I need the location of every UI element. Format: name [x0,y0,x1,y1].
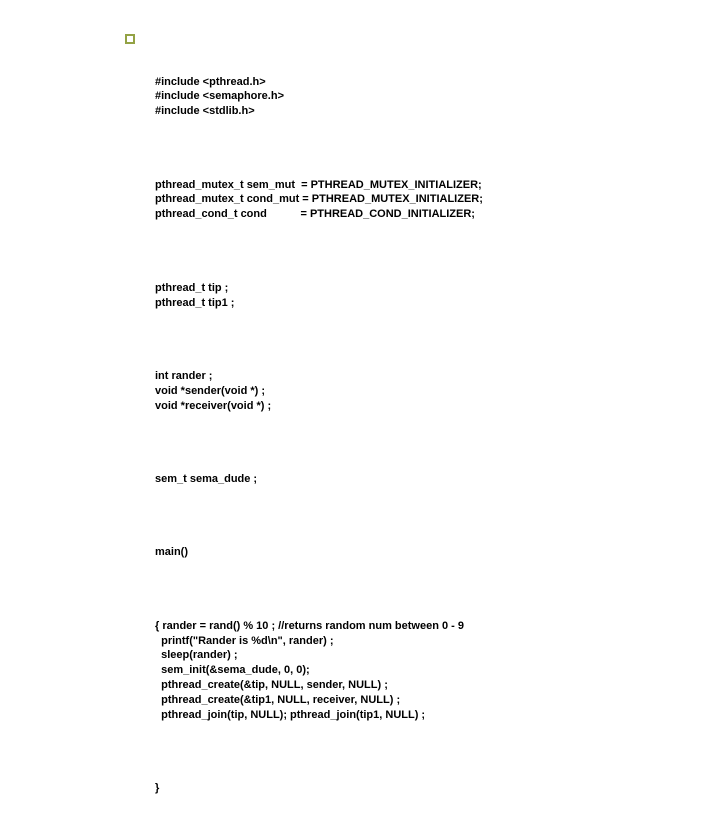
code-line: sem_t sema_dude ; [155,473,257,485]
bullet-icon [125,34,135,44]
block-main-body: { rander = rand() % 10 ; //returns rando… [155,604,695,723]
code-line: pthread_create(&tip, NULL, sender, NULL)… [155,679,388,691]
code-line: pthread_t tip1 ; [155,297,234,309]
code-line: pthread_cond_t cond = PTHREAD_COND_INITI… [155,208,475,220]
code-line: pthread_mutex_t sem_mut = PTHREAD_MUTEX_… [155,179,482,191]
code-line: pthread_create(&tip1, NULL, receiver, NU… [155,694,400,706]
code-line: #include <semaphore.h> [155,90,284,102]
block-sem: sem_t sema_dude ; [155,457,695,487]
code-line: void *receiver(void *) ; [155,400,271,412]
code-line: void *sender(void *) ; [155,385,265,397]
code-line: pthread_join(tip, NULL); pthread_join(ti… [155,709,425,721]
code-line: #include <stdlib.h> [155,105,255,117]
block-decls: int rander ; void *sender(void *) ; void… [155,354,695,413]
block-close: } [155,766,695,796]
code-line: printf("Rander is %d\n", rander) ; [155,635,334,647]
slide: #include <pthread.h> #include <semaphore… [0,0,720,540]
code-line: main() [155,546,188,558]
code-line: { rander = rand() % 10 ; //returns rando… [155,620,464,632]
code-block: #include <pthread.h> #include <semaphore… [155,30,695,826]
code-line: #include <pthread.h> [155,76,266,88]
code-line: int rander ; [155,370,212,382]
block-includes: #include <pthread.h> #include <semaphore… [155,60,695,119]
code-line: sleep(rander) ; [155,649,238,661]
block-globals: pthread_mutex_t sem_mut = PTHREAD_MUTEX_… [155,163,695,222]
block-main-sig: main() [155,530,695,560]
code-line: pthread_mutex_t cond_mut = PTHREAD_MUTEX… [155,193,483,205]
code-line: } [155,782,159,794]
code-line: pthread_t tip ; [155,282,228,294]
code-line: sem_init(&sema_dude, 0, 0); [155,664,310,676]
block-threads: pthread_t tip ; pthread_t tip1 ; [155,266,695,311]
